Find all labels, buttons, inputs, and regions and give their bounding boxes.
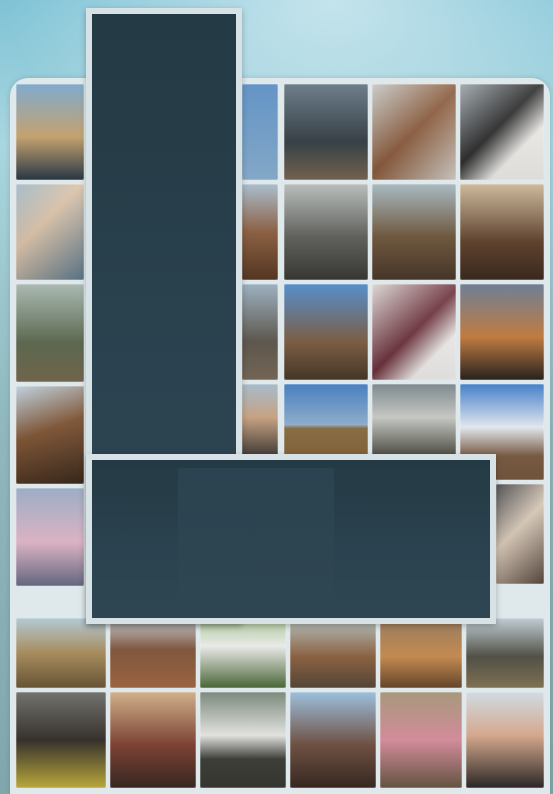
photo-horse-red-dirt xyxy=(110,618,196,688)
photo-boy-on-horse xyxy=(290,692,376,788)
photo-cow-white xyxy=(200,692,286,788)
letter-l-join xyxy=(178,468,334,618)
photo-girl-bucket xyxy=(200,618,286,688)
photo-cows-yellow-flowers xyxy=(16,692,106,788)
photo-horse-parade xyxy=(466,618,544,688)
photo-girl-pink-dress xyxy=(16,488,84,586)
photo-field-horizon xyxy=(16,618,106,688)
photo-rodeo-dust xyxy=(380,618,462,688)
photo-cattle-trees xyxy=(16,284,84,382)
photo-machinery-sunset xyxy=(110,692,196,788)
photo-cows-brown xyxy=(290,618,376,688)
letter-l-shape xyxy=(86,8,496,624)
photo-person-sack xyxy=(496,484,544,584)
photo-girl-pink-stripes xyxy=(380,692,462,788)
photo-children xyxy=(16,184,84,280)
photo-brown-bull xyxy=(16,386,84,484)
photo-lake-sunset xyxy=(16,84,84,180)
photo-couple-aprons xyxy=(466,692,544,788)
